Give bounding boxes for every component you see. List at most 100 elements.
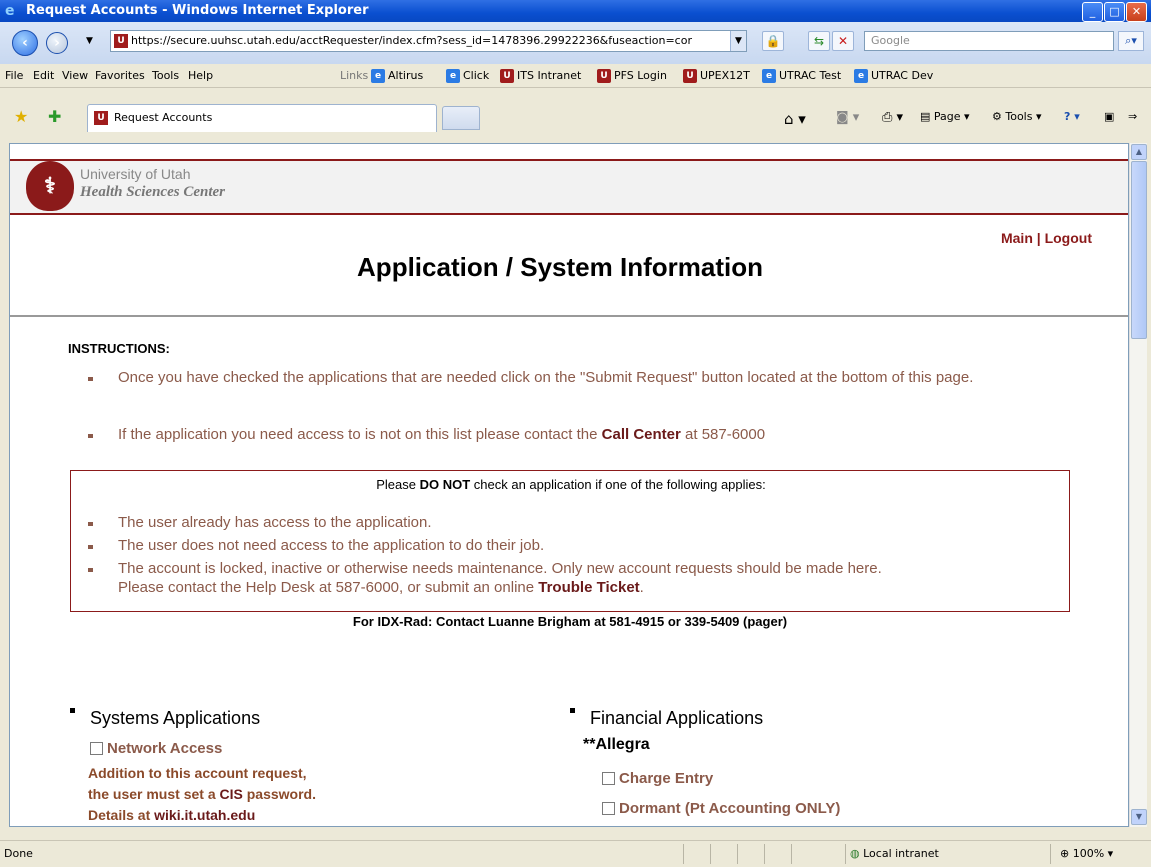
status-divider [710,844,711,864]
wiki-link[interactable]: wiki.it.utah.edu [154,807,255,823]
call-center-link[interactable]: Call Center [602,426,681,443]
idx-rad-note: For IDX-Rad: Contact Luanne Brigham at 5… [352,614,788,629]
network-access-checkbox[interactable] [90,742,103,755]
org-line2: Health Sciences Center [80,184,225,200]
window-title: Request Accounts - Windows Internet Expl… [26,3,369,18]
link-utrac-test[interactable]: e UTRAC Test [762,64,841,88]
scroll-up-icon[interactable]: ▲ [1131,144,1147,160]
help-icon[interactable]: ? ▾ [1064,110,1080,123]
link-separator: | [1036,230,1041,246]
minimize-button[interactable]: _ [1082,2,1103,22]
messenger-icon[interactable]: ⇒ [1128,110,1137,123]
links-label: Links [340,69,369,82]
link-utrac-dev[interactable]: e UTRAC Dev [854,64,933,88]
close-button[interactable]: ✕ [1126,2,1147,22]
charge-entry-checkbox[interactable] [602,772,615,785]
link-altirus[interactable]: e Altirus [371,64,423,88]
url-text: https://secure.uuhsc.utah.edu/acctReques… [131,34,692,47]
status-divider [791,844,792,864]
dormant-checkbox[interactable] [602,802,615,815]
status-divider [1050,844,1051,864]
print-icon[interactable]: ⎙ ▾ [882,110,903,125]
allegra-group-label: **Allegra [583,736,650,753]
status-divider [845,844,846,864]
page-icon: ▤ [920,110,934,123]
status-divider [764,844,765,864]
link-pfs-login[interactable]: U PFS Login [597,64,667,88]
menu-favorites[interactable]: Favorites [95,64,145,88]
trouble-ticket-link[interactable]: Trouble Ticket [538,579,639,596]
university-logo: ⚕ [26,161,74,211]
main-link[interactable]: Main [1001,230,1033,246]
menu-help[interactable]: Help [188,64,213,88]
forward-button[interactable]: › [46,32,68,54]
site-favicon-icon: U [114,34,128,48]
window-title-bar: e Request Accounts - Windows Internet Ex… [0,0,1151,22]
status-divider [737,844,738,864]
address-field[interactable]: U https://secure.uuhsc.utah.edu/acctRequ… [110,30,747,52]
globe-icon: ◍ [850,847,864,860]
refresh-icon[interactable]: ⇆ [808,31,830,51]
search-icon[interactable]: ⌕▾ [1118,31,1144,51]
maximize-button[interactable]: □ [1104,2,1125,22]
ie-page-icon: e [371,69,385,83]
menu-tools[interactable]: Tools [152,64,179,88]
page-menu[interactable]: ▤ Page ▾ [920,110,970,123]
warning-item: The account is locked, inactive or other… [88,559,1068,597]
menu-bar: File Edit View Favorites Tools Help Link… [0,64,1151,88]
dormant-item[interactable]: Dormant (Pt Accounting ONLY) [602,800,840,817]
utah-logo-icon: U [500,69,514,83]
bullet-icon [88,522,93,526]
add-favorites-icon[interactable]: ✚ [48,107,61,126]
network-access-note: Addition to this account request, the us… [88,765,316,823]
logout-link[interactable]: Logout [1045,230,1092,246]
zoom-icon: ⊕ [1060,847,1073,860]
bullet-icon [570,708,575,713]
stop-icon[interactable]: ✕ [832,31,854,51]
new-tab-button[interactable] [442,106,480,130]
link-its-intranet[interactable]: U ITS Intranet [500,64,581,88]
status-bar: Done ◍ Local intranet ⊕ 100% ▾ [0,840,1151,867]
site-favicon-icon: U [94,111,108,125]
research-icon[interactable]: ▣ [1104,110,1114,123]
feeds-icon[interactable]: ◙ ▾ [836,110,859,125]
home-icon[interactable]: ⌂ ▾ [784,110,806,128]
menu-view[interactable]: View [62,64,88,88]
bullet-icon [88,545,93,549]
address-dropdown-icon[interactable]: ▼ [730,31,746,51]
divider [10,315,1128,317]
page-content: ⚕ University of Utah Health Sciences Cen… [9,143,1129,827]
instruction-item: Once you have checked the applications t… [88,368,1098,387]
ie-page-icon: e [762,69,776,83]
network-access-item[interactable]: Network Access [90,740,222,757]
vertical-scrollbar[interactable]: ▲ ▼ [1129,143,1147,827]
search-input[interactable]: Google [864,31,1114,51]
page-title: Application / System Information [357,252,763,282]
ie-logo-icon: e [5,3,15,19]
zoom-level[interactable]: ⊕ 100% ▾ [1060,841,1113,867]
back-button[interactable]: ‹ [12,30,38,56]
tools-menu[interactable]: ⚙ Tools ▾ [992,110,1042,123]
link-click[interactable]: e Click [446,64,489,88]
favorites-star-icon[interactable]: ★ [14,107,28,126]
menu-edit[interactable]: Edit [33,64,54,88]
history-dropdown-icon[interactable]: ▼ [86,36,93,46]
scroll-thumb[interactable] [1131,161,1147,339]
status-divider [683,844,684,864]
status-text: Done [4,847,33,860]
ie-page-icon: e [854,69,868,83]
org-line1: University of Utah [80,166,191,182]
bullet-icon [88,568,93,572]
instructions-label: INSTRUCTIONS: [68,341,170,356]
scroll-down-icon[interactable]: ▼ [1131,809,1147,825]
bullet-icon [88,434,93,438]
financial-heading: Financial Applications [570,708,763,729]
menu-file[interactable]: File [5,64,23,88]
charge-entry-item[interactable]: Charge Entry [602,770,713,787]
tab-request-accounts[interactable]: U Request Accounts [87,104,437,132]
utah-logo-icon: U [683,69,697,83]
link-upex12t[interactable]: U UPEX12T [683,64,750,88]
cis-link[interactable]: CIS [220,786,243,802]
lock-icon[interactable]: 🔒 [762,31,784,51]
intranet-zone: ◍ Local intranet [850,847,939,860]
